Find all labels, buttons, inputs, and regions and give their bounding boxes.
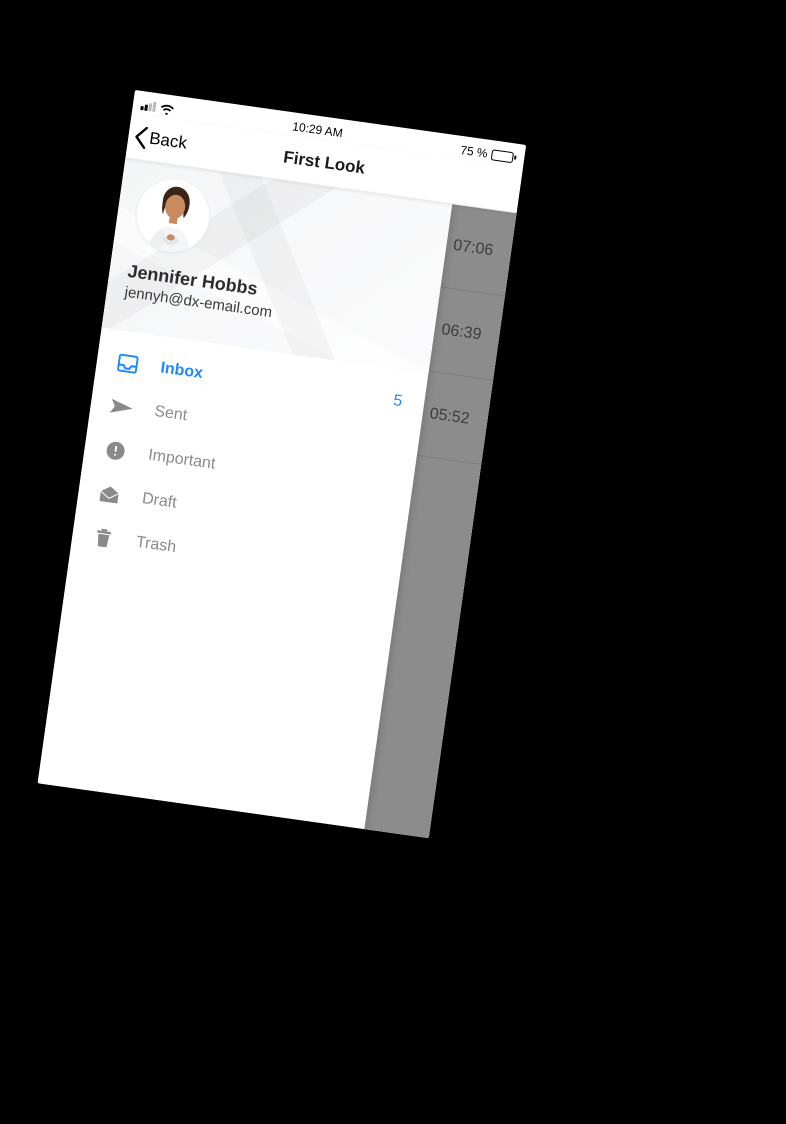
battery-icon [491,149,517,163]
cellular-signal-icon [140,100,156,112]
avatar[interactable] [131,174,215,258]
draft-icon [97,485,121,504]
phone-frame: 10:29 AM 75 % Back First Look [38,90,527,838]
back-label: Back [148,129,188,154]
drawer-menu: Inbox 5 Sent [68,328,428,612]
important-icon [103,440,127,461]
back-button[interactable]: Back [133,125,188,154]
chevron-left-icon [133,125,149,149]
inbox-count-badge: 5 [392,392,403,411]
wifi-icon [159,102,175,115]
inbox-icon [116,353,140,374]
battery-percent: 75 % [460,143,489,161]
sent-icon [110,399,134,416]
trash-icon [91,528,115,549]
